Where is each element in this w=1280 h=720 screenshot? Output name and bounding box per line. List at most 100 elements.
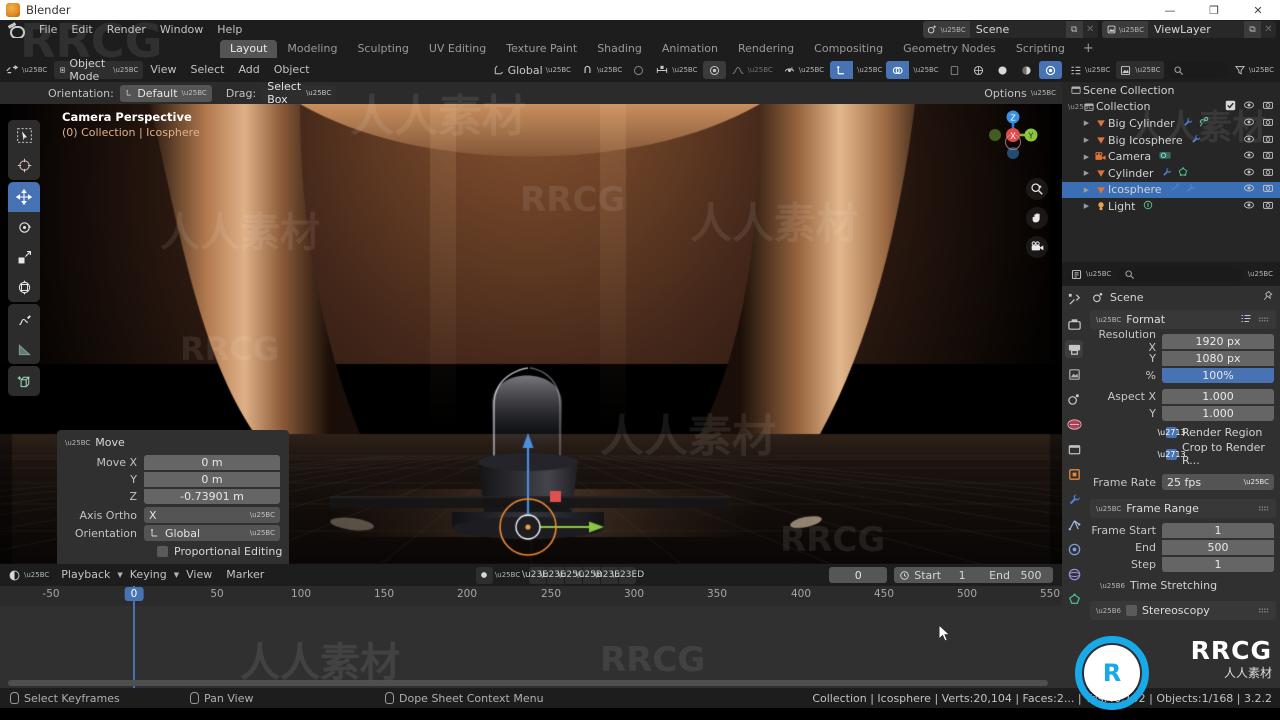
annotate-tool[interactable] — [8, 304, 40, 334]
operator-panel-header[interactable]: \u25BC Move — [57, 434, 289, 454]
proportional-editing-checkbox[interactable] — [157, 546, 168, 557]
modifier-icon[interactable] — [1161, 166, 1173, 181]
disclosure-triangle-icon[interactable]: \u25BC — [1068, 103, 1093, 111]
hide-in-viewport-icon[interactable] — [1243, 99, 1255, 114]
workspace-tab-modeling[interactable]: Modeling — [277, 40, 347, 58]
exclude-checkbox[interactable] — [1225, 100, 1236, 114]
time-stretching-subpanel[interactable]: \u25B6 Time Stretching — [1086, 576, 1280, 595]
modifier-icon[interactable] — [1190, 133, 1202, 148]
frame-rate-dropdown[interactable]: 25 fps \u25BC — [1162, 474, 1274, 490]
stereoscopy-panel-header[interactable]: \u25B6 Stereoscopy — [1090, 601, 1276, 620]
properties-physics-tab[interactable] — [1065, 540, 1083, 558]
properties-scene-tab[interactable] — [1065, 390, 1083, 408]
outliner-item-camera[interactable]: ▶ Camera — [1062, 148, 1280, 165]
outliner-display-mode-button[interactable]: \u25BC — [1116, 61, 1164, 79]
start-frame-field[interactable]: 1 — [945, 569, 979, 582]
menu-file[interactable]: File — [32, 20, 64, 40]
rotate-tool[interactable] — [8, 212, 40, 242]
drag-action-dropdown[interactable]: Select Box \u25BC — [262, 80, 337, 106]
move-tool[interactable] — [8, 182, 40, 212]
workspace-tab-geometry-nodes[interactable]: Geometry Nodes — [893, 40, 1006, 58]
object-mode-dropdown[interactable]: Object Mode \u25BC — [54, 58, 144, 83]
outliner-row-scene-collection[interactable]: Scene Collection — [1062, 82, 1280, 99]
add-workspace-button[interactable]: + — [1075, 40, 1102, 58]
viewport-menu-select[interactable]: Select — [184, 60, 232, 80]
viewport-menu-object[interactable]: Object — [267, 60, 317, 80]
presets-icon[interactable] — [1240, 313, 1252, 327]
properties-particles-tab[interactable] — [1065, 515, 1083, 533]
disclosure-triangle-icon[interactable]: ▶ — [1080, 119, 1093, 127]
frame-start-field[interactable]: 1 — [1162, 522, 1274, 538]
hand-icon[interactable] — [1026, 207, 1048, 229]
stereoscopy-checkbox[interactable] — [1125, 605, 1137, 616]
properties-modifier-tab[interactable] — [1065, 490, 1083, 508]
proportional-editing-button[interactable] — [702, 61, 726, 79]
disable-in-render-icon[interactable] — [1262, 182, 1274, 197]
outliner-filter-button[interactable]: \u25BC — [1232, 61, 1276, 79]
outliner-item-big-icosphere[interactable]: ▶ Big Icosphere — [1062, 132, 1280, 149]
close-button[interactable]: ✕ — [1236, 0, 1280, 20]
viewlayer-name[interactable]: ViewLayer — [1148, 21, 1244, 38]
outliner-editor-type-button[interactable]: \u25BC — [1066, 61, 1113, 79]
viewport-menu-add[interactable]: Add — [231, 60, 266, 80]
properties-view-layer-tab[interactable] — [1065, 365, 1083, 383]
properties-search-input[interactable] — [1118, 266, 1242, 282]
add-cube-tool[interactable] — [8, 366, 40, 396]
timeline-editor-type-button[interactable]: \u25BC — [5, 566, 52, 584]
unlink-scene-button[interactable]: ✕ — [1083, 21, 1098, 38]
disclosure-triangle-icon[interactable]: ▶ — [1080, 136, 1093, 144]
timeline-scrollbar[interactable] — [8, 680, 1048, 686]
move-y-field[interactable]: 0 m — [144, 471, 280, 487]
properties-data-tab[interactable] — [1065, 590, 1083, 608]
overlays-dropdown[interactable]: \u25BC — [910, 61, 941, 79]
outliner-item-big-cylinder[interactable]: ▶ Big Cylinder — [1062, 115, 1280, 132]
render-region-checkbox[interactable]: \u2713 — [1157, 427, 1186, 438]
outliner-row-collection[interactable]: \u25BC Collection — [1062, 99, 1280, 116]
properties-render-tab[interactable] — [1065, 315, 1083, 333]
disclosure-triangle-icon[interactable]: ▶ — [1080, 202, 1093, 210]
menu-help[interactable]: Help — [210, 20, 249, 40]
properties-world-tab[interactable] — [1065, 415, 1083, 433]
measure-tool[interactable] — [8, 334, 40, 364]
current-frame-field[interactable]: 0 — [829, 567, 888, 583]
resolution-percent-field[interactable]: 100% — [1162, 367, 1274, 383]
aspect-y-field[interactable]: 1.000 — [1162, 405, 1274, 421]
menu-window[interactable]: Window — [153, 20, 210, 40]
workspace-tab-uv-editing[interactable]: UV Editing — [419, 40, 496, 58]
timeline-menu-keying[interactable]: Keying — [123, 565, 174, 585]
crop-to-render-region-checkbox[interactable]: \u2713 — [1157, 448, 1186, 460]
format-panel-header[interactable]: \u25BC Format — [1090, 310, 1276, 329]
disclosure-triangle-icon[interactable]: ▶ — [1080, 186, 1093, 194]
properties-object-tab[interactable] — [1065, 465, 1083, 483]
workspace-tab-scripting[interactable]: Scripting — [1006, 40, 1075, 58]
menu-edit[interactable]: Edit — [64, 20, 99, 40]
workspace-tab-animation[interactable]: Animation — [652, 40, 728, 58]
properties-tool-tab[interactable] — [1065, 290, 1083, 308]
shading-rendered-button[interactable] — [1038, 61, 1062, 79]
properties-collection-tab[interactable] — [1065, 440, 1083, 458]
move-x-field[interactable]: 0 m — [144, 454, 280, 470]
hide-in-viewport-icon[interactable] — [1243, 166, 1255, 181]
minimize-button[interactable]: — — [1148, 0, 1192, 20]
new-scene-button[interactable]: ⧉ — [1065, 21, 1083, 38]
workspace-tab-compositing[interactable]: Compositing — [804, 40, 893, 58]
navigation-gizmo[interactable]: X Z Y — [982, 104, 1044, 166]
hide-in-viewport-icon[interactable] — [1243, 149, 1255, 164]
editor-type-button[interactable]: \u25BC — [0, 61, 52, 79]
remove-viewlayer-button[interactable]: ✕ — [1261, 21, 1276, 38]
light-data-icon[interactable] — [1142, 199, 1154, 214]
hide-in-viewport-icon[interactable] — [1243, 199, 1255, 214]
resolution-y-field[interactable]: 1080 px — [1162, 350, 1274, 366]
tool-orientation-dropdown[interactable]: Default \u25BC — [119, 84, 212, 102]
disable-in-render-icon[interactable] — [1262, 166, 1274, 181]
tweak-tool[interactable] — [8, 120, 40, 150]
falloff-curve-button[interactable]: \u25BC — [726, 61, 778, 79]
operator-redo-panel[interactable]: \u25BC Move Move X 0 m Y 0 m Z -0.73901 … — [57, 430, 289, 564]
scale-tool[interactable] — [8, 242, 40, 272]
menu-render[interactable]: Render — [100, 20, 153, 40]
disable-in-render-icon[interactable] — [1262, 199, 1274, 214]
disclosure-triangle-icon[interactable]: ▶ — [1080, 169, 1093, 177]
constraint-icon[interactable] — [1198, 116, 1210, 131]
camera-data-icon[interactable] — [1158, 149, 1172, 164]
hide-in-viewport-icon[interactable] — [1243, 182, 1255, 197]
